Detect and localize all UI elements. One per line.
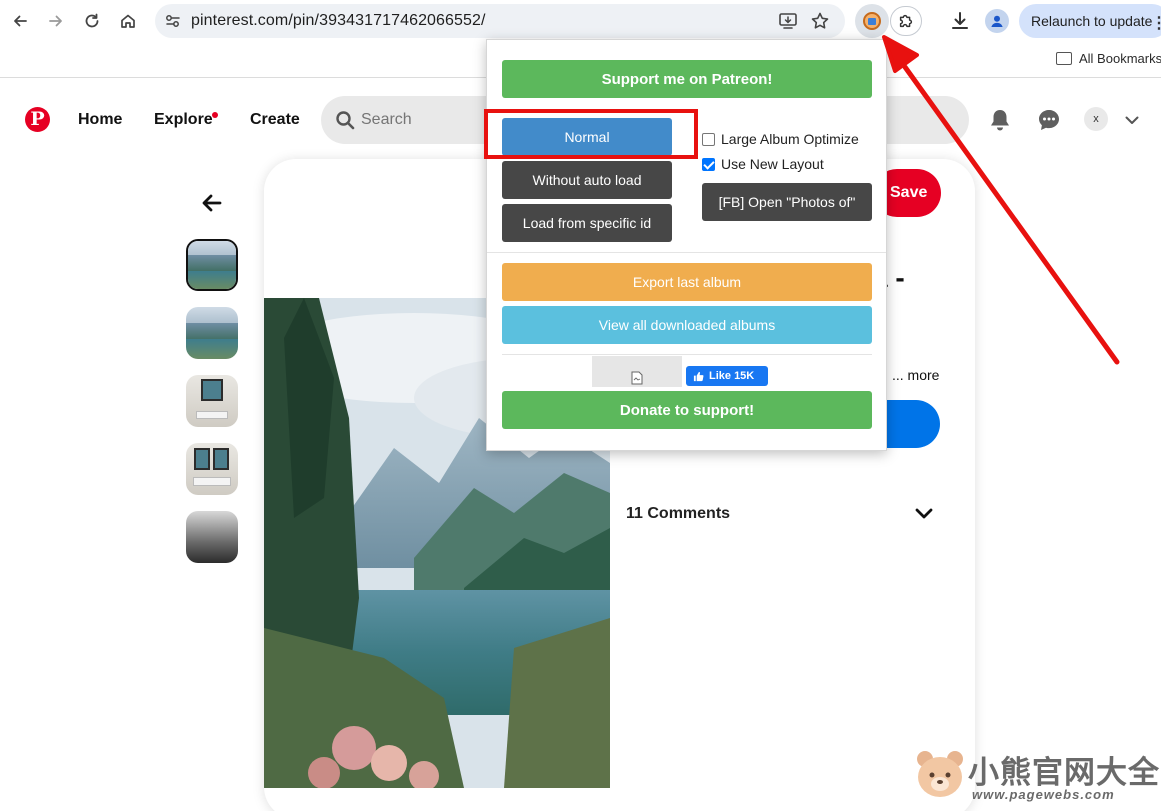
popup-divider	[487, 252, 886, 253]
download-icon[interactable]	[948, 9, 972, 33]
url-text[interactable]: pinterest.com/pin/393431717462066552/	[191, 12, 486, 30]
screenshot-root: pinterest.com/pin/393431717462066552/ Re…	[0, 0, 1161, 811]
large-album-checkbox[interactable]	[702, 132, 715, 146]
without-auto-load-button[interactable]: Without auto load	[502, 161, 672, 199]
load-from-specific-id-button[interactable]: Load from specific id	[502, 204, 672, 242]
thumbnail-3[interactable]	[186, 375, 238, 427]
site-settings-icon[interactable]	[163, 11, 183, 31]
puzzle-icon	[899, 14, 913, 28]
description-more-link[interactable]: ... more	[892, 367, 939, 383]
thumbnail-2[interactable]	[186, 307, 238, 359]
relaunch-label: Relaunch to update	[1031, 13, 1153, 29]
export-last-album-button[interactable]: Export last album	[502, 263, 872, 301]
home-icon	[121, 14, 135, 28]
extension-popup: Support me on Patreon! Normal Without au…	[486, 39, 887, 451]
nav-explore[interactable]: Explore	[154, 111, 213, 129]
notifications-bell-icon[interactable]	[987, 107, 1013, 133]
view-downloaded-albums-button[interactable]: View all downloaded albums	[502, 306, 872, 344]
install-app-icon[interactable]	[778, 11, 798, 31]
back-button[interactable]	[7, 8, 33, 34]
chevron-down-icon[interactable]	[1124, 112, 1140, 128]
home-button[interactable]	[115, 8, 141, 34]
thumbnail-1[interactable]	[186, 239, 238, 291]
broken-image-icon	[631, 371, 643, 385]
thumbnail-4[interactable]	[186, 443, 238, 495]
use-new-layout-option[interactable]: Use New Layout	[702, 156, 824, 172]
watermark-title: 小熊官网大全	[968, 755, 1160, 791]
image-placeholder	[592, 356, 682, 387]
search-placeholder: Search	[361, 111, 412, 128]
person-icon	[991, 15, 1003, 27]
new-layout-label: Use New Layout	[721, 156, 824, 172]
nav-home[interactable]: Home	[78, 111, 122, 129]
profile-button[interactable]	[985, 9, 1009, 33]
patreon-support-button[interactable]: Support me on Patreon!	[502, 60, 872, 98]
highlight-box-normal-button	[484, 109, 698, 159]
watermark: 小熊官网大全 www.pagewebs.com	[912, 744, 1159, 808]
reload-button[interactable]	[79, 8, 105, 34]
comments-heading[interactable]: 11 Comments	[626, 505, 730, 523]
relaunch-to-update-button[interactable]: Relaunch to update ⋮	[1019, 4, 1161, 38]
large-album-label: Large Album Optimize	[721, 131, 859, 147]
watermark-url: www.pagewebs.com	[972, 787, 1115, 802]
all-bookmarks-button[interactable]: All Bookmarks	[1056, 51, 1161, 66]
search-icon	[336, 111, 355, 130]
messages-icon[interactable]	[1036, 107, 1062, 133]
browser-toolbar: pinterest.com/pin/393431717462066552/ Re…	[0, 0, 1161, 42]
bear-logo-icon	[917, 751, 963, 797]
reload-icon	[85, 13, 99, 28]
fb-open-photos-of-button[interactable]: [FB] Open "Photos of"	[702, 183, 872, 221]
all-bookmarks-label: All Bookmarks	[1079, 51, 1161, 66]
address-bar[interactable]: pinterest.com/pin/393431717462066552/	[155, 4, 845, 38]
pinterest-logo[interactable]: P	[25, 107, 50, 132]
user-avatar[interactable]: x	[1084, 107, 1108, 131]
nav-create[interactable]: Create	[250, 111, 300, 129]
chevron-down-icon[interactable]	[914, 503, 934, 523]
new-layout-checkbox[interactable]	[702, 157, 715, 171]
explore-notification-dot	[212, 112, 218, 118]
thumbs-up-icon	[693, 371, 704, 381]
album-downloader-extension-button[interactable]	[855, 4, 889, 38]
kebab-menu-icon[interactable]: ⋮	[1151, 13, 1161, 33]
facebook-like-button[interactable]: Like 15K	[686, 366, 768, 386]
bookmark-star-icon[interactable]	[810, 11, 830, 31]
arrow-left-icon	[14, 15, 27, 27]
arrow-right-icon	[49, 15, 62, 27]
fb-like-label: Like 15K	[709, 370, 755, 382]
folder-icon	[1056, 52, 1072, 65]
thumbnail-5[interactable]	[186, 511, 238, 563]
popup-divider	[502, 354, 872, 355]
donate-support-button[interactable]: Donate to support!	[502, 391, 872, 429]
large-album-optimize-option[interactable]: Large Album Optimize	[702, 131, 859, 147]
album-extension-icon	[863, 12, 881, 30]
forward-button[interactable]	[43, 8, 69, 34]
extensions-button[interactable]	[890, 6, 922, 36]
back-arrow-icon[interactable]	[200, 191, 224, 215]
